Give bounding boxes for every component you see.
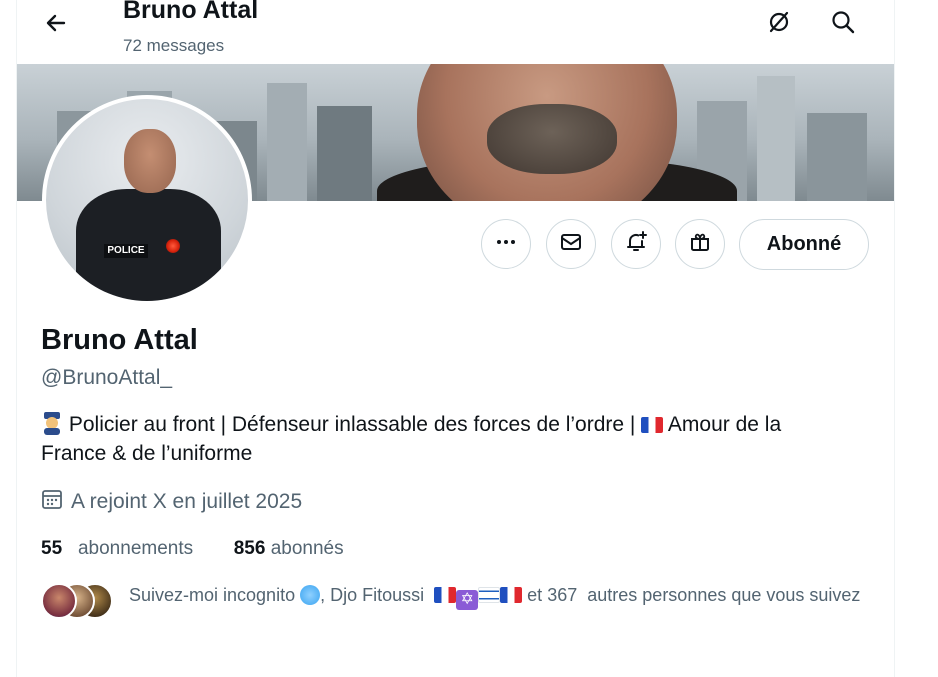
search-button[interactable]: [825, 6, 861, 42]
follower-avatars: [41, 583, 121, 619]
envelope-icon: [559, 230, 583, 259]
top-bar: Bruno Attal 72 messages: [17, 0, 894, 64]
france-flag-emoji: [500, 587, 523, 603]
bio-text-line1-end: Amour de la: [663, 413, 782, 436]
followers-count: 856: [233, 538, 266, 559]
followers-link[interactable]: 856 abonnés: [234, 538, 344, 559]
grok-button[interactable]: [761, 6, 797, 42]
and-text: et: [527, 585, 543, 605]
profile-handle: @BrunoAttal_: [41, 366, 173, 389]
calendar-icon: [41, 488, 63, 516]
others-text: autres personnes que vous suivez: [587, 585, 861, 605]
page-title: Bruno Attal: [123, 0, 259, 24]
others-count: 367: [547, 585, 578, 605]
search-icon: [830, 9, 856, 40]
profile-bio: Policier au front | Défenseur inlassable…: [41, 410, 871, 468]
bell-plus-icon: [624, 230, 648, 259]
join-date-text: A rejoint X en juillet 2025: [71, 490, 303, 513]
notify-button[interactable]: [611, 219, 661, 269]
france-flag-emoji: [434, 587, 457, 603]
star-of-david-emoji: ✡: [456, 590, 479, 610]
police-officer-emoji: [41, 411, 63, 435]
more-button[interactable]: [481, 219, 531, 269]
israel-flag-emoji: [478, 587, 501, 603]
message-button[interactable]: [546, 219, 596, 269]
gift-button[interactable]: [675, 219, 725, 269]
follower-name-1: Suivez-moi incognito: [129, 585, 296, 605]
following-count: 55: [41, 538, 63, 559]
avatar: [41, 583, 77, 619]
more-dots-icon: [494, 230, 518, 259]
arrow-left-icon: [44, 11, 68, 40]
follow-stats: 55 abonnements 856 abonnés: [41, 538, 344, 560]
bio-text-line1: Policier au front | Défenseur inlassable…: [68, 413, 642, 436]
following-label: abonnements: [77, 538, 194, 559]
followers-label: abonnés: [270, 538, 344, 559]
back-button[interactable]: [37, 6, 75, 44]
post-count: 72 messages: [123, 36, 225, 55]
gift-icon: [688, 230, 712, 259]
france-flag-emoji: [641, 417, 664, 433]
join-date: A rejoint X en juillet 2025: [41, 488, 302, 516]
follower-name-2: Djo Fitoussi: [330, 585, 425, 605]
grok-icon: [766, 9, 792, 40]
profile-column: Bruno Attal 72 messages POLICE Abonné Br…: [16, 0, 895, 677]
following-button[interactable]: Abonné: [739, 219, 869, 270]
police-patch: POLICE: [104, 244, 148, 258]
cold-face-emoji: [300, 585, 321, 605]
followers-you-know-text: Suivez-moi incognito , Djo Fitoussi ✡ et…: [129, 585, 861, 610]
following-link[interactable]: 55 abonnements: [41, 538, 198, 559]
profile-name: Bruno Attal: [41, 324, 198, 356]
profile-avatar[interactable]: POLICE: [42, 95, 252, 305]
bio-text-line2: France & de l’uniforme: [41, 442, 253, 465]
